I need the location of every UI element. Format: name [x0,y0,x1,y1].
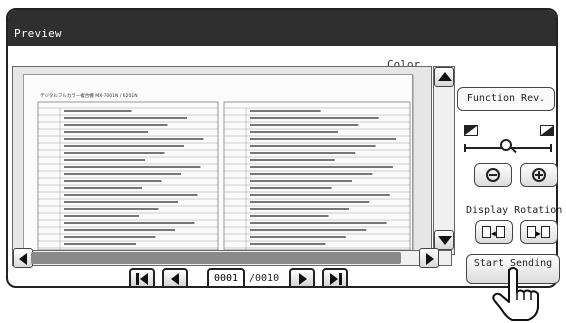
preview-area[interactable]: デジタルフルカラー複合機 MX-7001N / 6201N [12,66,432,255]
horizontal-scrollbar[interactable] [12,248,452,268]
scroll-up-icon [438,72,452,81]
scroll-up-button[interactable] [434,67,454,87]
document-page-thumbnail: デジタルフルカラー複合機 MX-7001N / 6201N [23,74,413,252]
zoom-large-icon [540,125,554,136]
scroll-left-button[interactable] [13,248,33,268]
rotate-right-page [541,226,550,238]
zoom-out-button[interactable] [474,163,512,187]
display-rotation-label: Display Rotation [466,205,563,216]
rotate-right-button[interactable]: ▶ [520,220,558,244]
zoom-small-icon [464,125,478,136]
zoom-tick-min [464,144,466,152]
rotate-left-arrow: ◀ [491,229,496,238]
vertical-scrollbar[interactable] [433,66,455,255]
rotate-right-arrow: ▶ [536,229,541,238]
last-page-button[interactable] [322,268,348,286]
last-page-arrow [330,273,338,285]
prev-page-button[interactable] [162,268,188,286]
magnifier-icon[interactable] [500,139,512,151]
zoom-out-minus [489,174,497,176]
next-page-icon [299,273,307,285]
next-page-button[interactable] [289,268,315,286]
scroll-right-button[interactable] [419,248,439,268]
scroll-down-icon [438,236,452,245]
rotate-left-page [496,226,505,238]
prev-page-icon [171,273,179,285]
page-total-label: /0010 [249,273,280,284]
rotate-left-icon [482,226,491,238]
scroll-right-icon [426,253,434,265]
first-page-arrow [140,273,148,285]
zoom-slider[interactable] [464,125,558,155]
document-page-title: デジタルフルカラー複合機 MX-7001N / 6201N [40,92,138,99]
scroll-down-button[interactable] [434,230,454,250]
horizontal-scroll-thumb[interactable] [31,252,401,264]
rotate-left-button[interactable]: ◀ [475,220,513,244]
document-page-image: デジタルフルカラー複合機 MX-7001N / 6201N [37,92,411,251]
window-title: Preview [14,27,62,40]
zoom-in-button[interactable] [520,163,558,187]
first-page-button[interactable] [129,268,155,286]
title-bar: Preview [8,10,556,46]
function-review-button[interactable]: Function Rev. [457,87,555,111]
first-page-icon [136,273,139,285]
last-page-icon [339,273,342,285]
rotate-right-icon [527,226,536,238]
pointing-hand-icon [492,267,539,321]
page-number-field[interactable]: 0001 [207,268,245,286]
scroll-left-icon [19,253,27,265]
zoom-tick-max [550,144,552,152]
zoom-in-plus-v [538,171,540,179]
